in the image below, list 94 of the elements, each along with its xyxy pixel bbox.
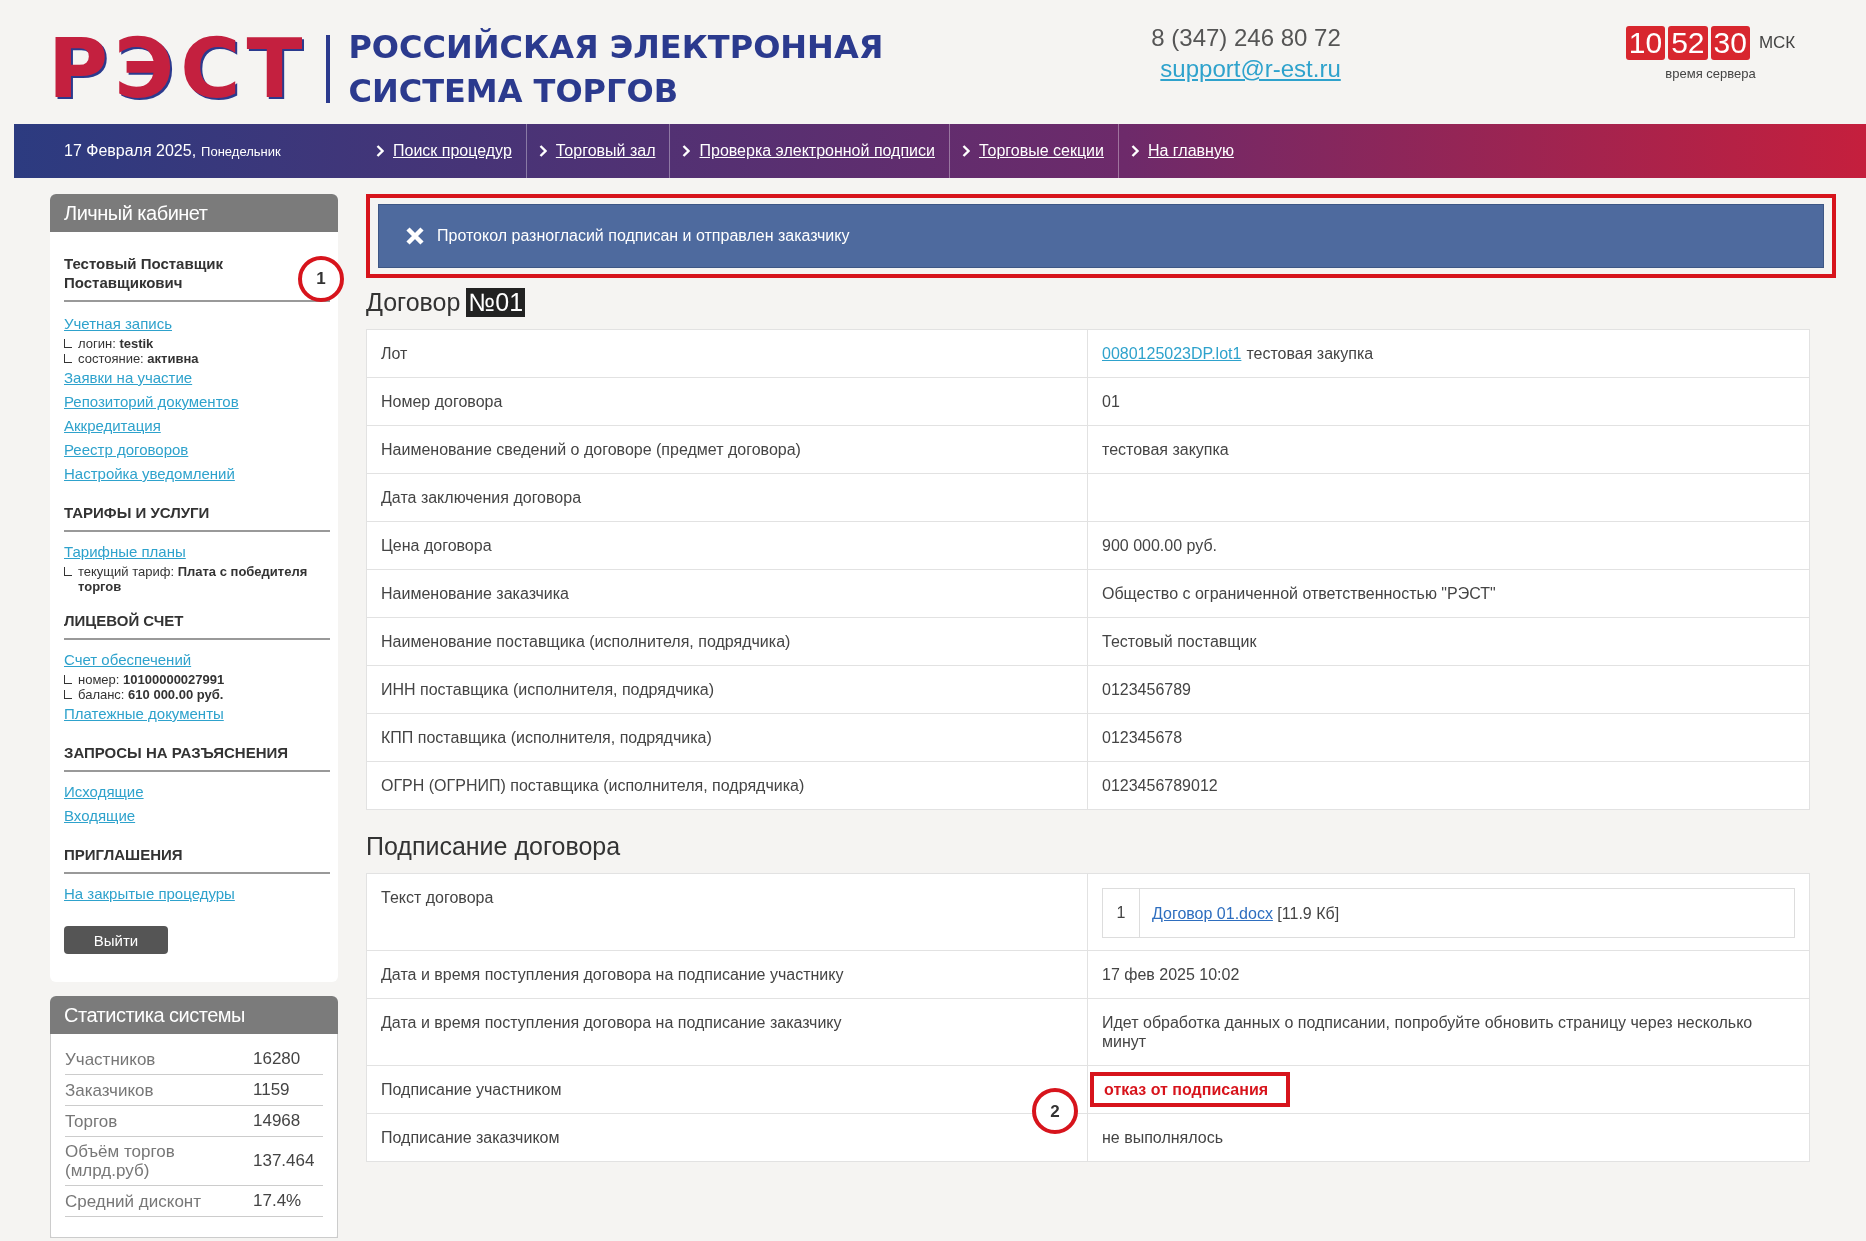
- table-cell: Текст договора: [366, 873, 1088, 951]
- cell-value: Общество с ограниченной ответственностью "РЭСТ": [1102, 585, 1496, 602]
- detail-text: состояние: активна: [78, 351, 199, 366]
- cell-value: Идет обработка данных о подписании, попробуйте обновить страницу через несколько минут: [1102, 1014, 1753, 1050]
- table-cell: Дата заключения договора: [366, 473, 1088, 522]
- alert-message: Протокол разногласий подписан и отправлен заказчику: [437, 227, 850, 245]
- file-index: 1: [1103, 889, 1140, 937]
- section-heading: ЛИЦЕВОЙ СЧЕТ: [64, 604, 330, 640]
- email-link[interactable]: support@r-est.ru: [1160, 55, 1341, 83]
- cell-value: 17 фев 2025 10:02: [1102, 966, 1240, 983]
- table-cell: Наименование сведений о договоре (предмет договора): [366, 425, 1088, 474]
- stat-label: Заказчиков: [65, 1080, 155, 1100]
- stat-label: Участников: [65, 1049, 157, 1069]
- nav-link[interactable]: Торговый зал: [555, 142, 656, 160]
- sidebar-link[interactable]: Тарифные планы: [64, 540, 186, 564]
- detail-text: логин: testik: [78, 336, 154, 351]
- panel-header: Статистика системы: [50, 996, 338, 1034]
- nav-link[interactable]: Торговые секции: [979, 142, 1104, 160]
- cell-value: 0123456789: [1102, 681, 1191, 698]
- file-size: [11.9 Кб]: [1277, 904, 1340, 922]
- time-zone: МСК: [1758, 33, 1796, 53]
- sidebar-link[interactable]: Реестр договоров: [64, 438, 189, 462]
- file-link[interactable]: Договор 01.docx: [1152, 904, 1273, 922]
- stat-label: Средний дисконт: [65, 1191, 202, 1211]
- table-cell: КПП поставщика (исполнителя, подрядчика): [366, 713, 1088, 762]
- corner-icon: [64, 567, 72, 576]
- table-cell: Дата и время поступления договора на подписание участнику: [366, 950, 1088, 999]
- stat-label: Торгов: [65, 1111, 119, 1131]
- cell-value: тестовая закупка: [1246, 345, 1374, 362]
- phone-number: 8 (347) 246 80 72: [1151, 24, 1341, 52]
- logo: РЭСТ: [48, 31, 309, 107]
- sidebar-link[interactable]: Входящие: [64, 804, 136, 828]
- site-title: РОССИЙСКАЯ ЭЛЕКТРОННАЯ: [348, 28, 884, 66]
- sidebar-link[interactable]: Исходящие: [64, 780, 144, 804]
- table-cell: ИНН поставщика (исполнителя, подрядчика): [366, 665, 1088, 714]
- nav-link[interactable]: Проверка электронной подписи: [699, 142, 935, 160]
- table-cell: ОГРН (ОГРНИП) поставщика (исполнителя, подрядчика): [366, 761, 1088, 810]
- cell-value: Тестовый поставщик: [1102, 633, 1257, 650]
- sidebar-link[interactable]: Платежные документы: [64, 702, 224, 726]
- chevron-icon: [1130, 145, 1139, 157]
- chevron-icon: [538, 145, 547, 157]
- nav-link[interactable]: Поиск процедур: [393, 142, 512, 160]
- table-cell: Лот: [366, 329, 1088, 378]
- clock-digits: 10: [1625, 26, 1666, 60]
- stat-label: Объём торгов (млрд.руб): [65, 1142, 176, 1180]
- weekday: Понедельник: [201, 144, 281, 159]
- section-title: Договор: [366, 288, 461, 317]
- stat-value: 1159: [253, 1080, 291, 1100]
- clock-digits: 52: [1668, 26, 1708, 60]
- detail-text: баланс: 610 000.00 руб.: [78, 687, 224, 702]
- nav-link[interactable]: На главную: [1147, 142, 1234, 160]
- cell-value: 0123456789012: [1102, 777, 1218, 794]
- current-date: 17 Февраля 2025,: [64, 142, 197, 160]
- cell-value: не выполнялось: [1102, 1129, 1223, 1146]
- user-name: Тестовый Поставщик Поставщикович: [64, 254, 225, 292]
- sidebar-link[interactable]: На закрытые процедуры: [64, 882, 235, 906]
- clock-digits: 30: [1710, 26, 1750, 60]
- table-cell: Дата и время поступления договора на подписание заказчику: [366, 998, 1088, 1066]
- lot-link[interactable]: 0080125023DP.lot1: [1102, 345, 1242, 362]
- table-cell: Цена договора: [366, 521, 1088, 570]
- site-title: СИСТЕМА ТОРГОВ: [348, 72, 680, 110]
- table-cell: Наименование поставщика (исполнителя, подрядчика): [366, 617, 1088, 666]
- section-heading: ПРИГЛАШЕНИЯ: [64, 838, 330, 874]
- annotation-marker: 1: [298, 256, 344, 302]
- section-heading: ТАРИФЫ И УСЛУГИ: [64, 496, 330, 532]
- chevron-icon: [962, 145, 970, 157]
- logout-button[interactable]: Выйти: [64, 926, 168, 954]
- detail-text: номер: 10100000027991: [78, 672, 225, 687]
- sidebar-link[interactable]: Учетная запись: [64, 312, 172, 336]
- stat-value: 16280: [253, 1049, 302, 1069]
- stat-value: 14968: [253, 1111, 302, 1131]
- cell-value: 900 000.00 руб.: [1102, 537, 1218, 554]
- sidebar-link[interactable]: Аккредитация: [64, 414, 161, 438]
- section-heading: ЗАПРОСЫ НА РАЗЪЯСНЕНИЯ: [64, 736, 330, 772]
- contract-number: №01: [466, 288, 526, 317]
- cell-value: 01: [1102, 393, 1120, 410]
- cell-value: тестовая закупка: [1102, 441, 1229, 458]
- chevron-icon: [376, 145, 384, 157]
- sidebar-link[interactable]: Репозиторий документов: [64, 390, 239, 414]
- status-text: отказ от подписания: [1104, 1081, 1269, 1098]
- sidebar-link[interactable]: Счет обеспечений: [64, 648, 192, 672]
- panel-header: Личный кабинет: [50, 194, 338, 232]
- clock-caption: время сервера: [1665, 66, 1756, 81]
- detail-text: текущий тариф: Плата с победителя торгов: [78, 564, 309, 594]
- section-title: Подписание договора: [366, 832, 621, 861]
- close-icon[interactable]: [405, 226, 425, 246]
- stat-value: 17.4%: [253, 1191, 303, 1211]
- table-cell: Наименование заказчика: [366, 569, 1088, 618]
- cell-value: 012345678: [1102, 729, 1183, 746]
- chevron-icon: [682, 145, 691, 157]
- sidebar-link[interactable]: Настройка уведомлений: [64, 462, 235, 486]
- stat-value: 137.464: [253, 1151, 316, 1171]
- sidebar-link[interactable]: Заявки на участие: [64, 366, 193, 390]
- table-cell: Номер договора: [366, 377, 1088, 426]
